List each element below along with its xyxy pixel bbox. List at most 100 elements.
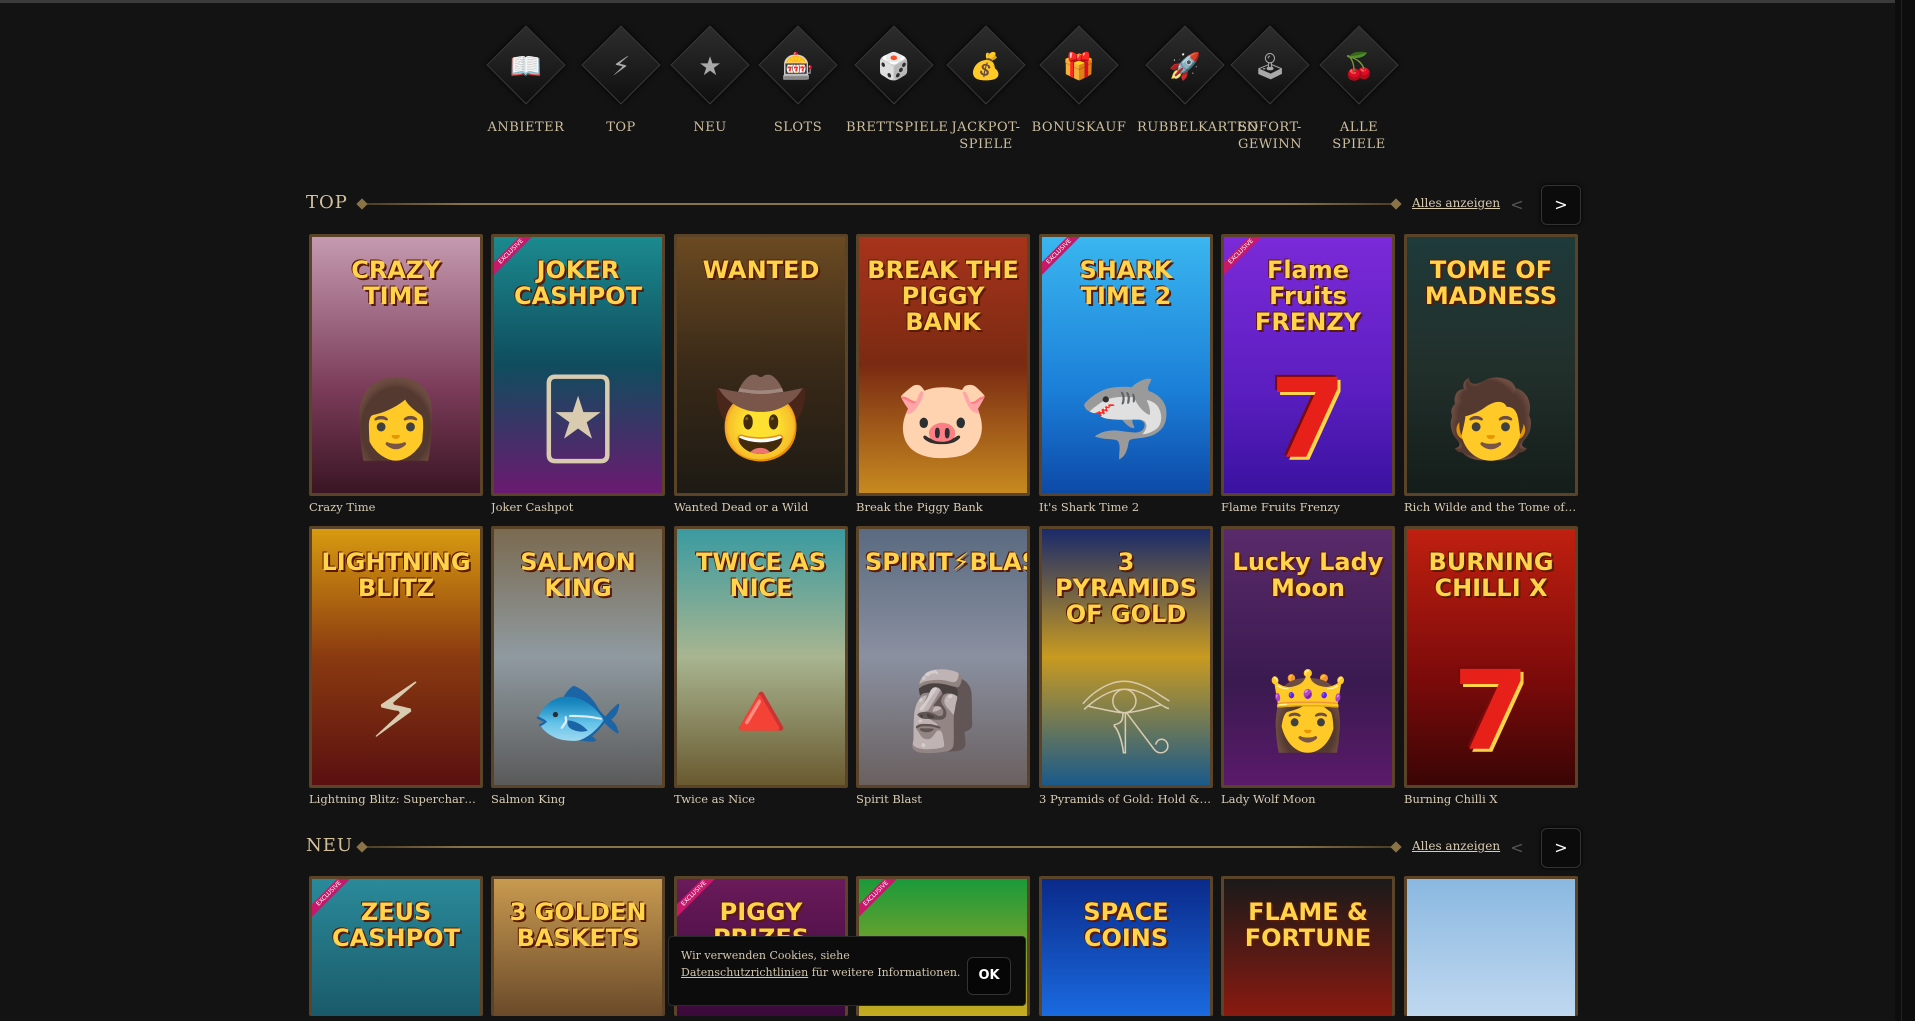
game-tile[interactable]: Lucky Lady Moon 👸 Lady Wolf Moon [1221,526,1395,806]
privacy-policy-link[interactable]: Datenschutzrichtlinien [681,966,808,979]
jackpot-icon: 💰 [969,52,1003,82]
game-tile[interactable]: JOKER CASHPOT 🃏 EXCLUSIVE Joker Cashpot [491,234,665,514]
game-tile[interactable]: Flame Fruits FRENZY 7 EXCLUSIVE Flame Fruit… [1221,234,1395,514]
game-thumbnail[interactable]: TOME OF MADNESS 🧑 [1404,234,1578,496]
game-tile[interactable]: CRAZY TIME 👩 Crazy Time [309,234,483,514]
game-tile[interactable]: BURNING CHILLI X 7 Burning Chilli X [1404,526,1578,806]
category-top[interactable]: ⚡ Top [573,25,669,136]
game-tile[interactable]: SHARK TIME 2 🦈 EXCLUSIVE It's Shark Time 2 [1039,234,1213,514]
game-tile[interactable]: LIGHTNING BLITZ ⚡ Lightning Blitz: Superch… [309,526,483,806]
category-alle-spiele[interactable]: 🍒 Alle spiele [1311,25,1407,153]
board-game-icon: 🎲 [877,52,911,82]
carousel-prev-top-button[interactable]: < [1498,186,1536,224]
game-tile[interactable]: SPACE COINS [1039,876,1213,1016]
game-thumbnail[interactable]: JOKER CASHPOT 🃏 EXCLUSIVE [491,234,665,496]
game-thumbnail[interactable]: SPACE COINS [1039,876,1213,1016]
game-character: 🗿 [895,666,991,755]
game-tile[interactable]: FLAME & FORTUNE [1221,876,1395,1016]
section-title-top: Top [306,192,348,213]
category-brettspiele[interactable]: 🎲 Brettspiele [846,25,948,136]
section-divider-top [362,203,1396,205]
game-thumbnail[interactable]: SPIRIT⚡BLAST 🗿 [856,526,1030,788]
category-sofort-gewinn[interactable]: 🕹 Sofort-gewinn [1222,25,1318,153]
game-title[interactable]: Crazy Time [309,500,483,514]
section-divider-neu [362,846,1396,848]
game-title[interactable]: Wanted Dead or a Wild [674,500,848,514]
game-thumbnail[interactable]: WANTED 🤠 [674,234,848,496]
game-tile[interactable]: WANTED 🤠 Wanted Dead or a Wild [674,234,848,514]
game-thumbnail[interactable]: LIGHTNING BLITZ ⚡ [309,526,483,788]
category-label: Sofort-gewinn [1237,120,1303,152]
game-character: ⚡ [369,666,423,755]
game-title[interactable]: Salmon King [491,792,665,806]
game-thumbnail[interactable]: SALMON KING 🐟 [491,526,665,788]
category-rubbelkarten[interactable]: 🚀 Rubbelkarten [1137,25,1259,136]
game-title[interactable]: Lady Wolf Moon [1221,792,1395,806]
game-title[interactable]: 3 Pyramids of Gold: Hold & Win [1039,792,1213,806]
game-character: 7 [1269,355,1347,483]
game-logo: BURNING CHILLI X [1428,548,1554,602]
game-logo: Flame Fruits FRENZY [1254,256,1362,336]
see-all-neu-link[interactable]: Alles anzeigen [1412,839,1500,853]
cookie-ok-button[interactable]: OK [967,957,1011,995]
game-logo: CRAZY TIME [351,256,441,310]
book-icon: 📖 [509,52,543,82]
game-tile[interactable]: SPIRIT⚡BLAST 🗿 Spirit Blast [856,526,1030,806]
game-logo: SPIRIT⚡BLAST [865,548,1027,576]
game-title[interactable]: Lightning Blitz: Supercharged [309,792,483,806]
game-title[interactable]: Twice as Nice [674,792,848,806]
game-title[interactable]: Spirit Blast [856,792,1030,806]
category-bonuskauf[interactable]: 🎁 Bonuskauf [1031,25,1127,136]
game-character: 👩 [348,374,444,463]
rocket-icon: 🚀 [1168,52,1202,82]
game-character: 🧑 [1443,374,1539,463]
game-character: 🐟 [530,666,626,755]
game-thumbnail[interactable]: CRAZY TIME 👩 [309,234,483,496]
category-label: Rubbelkarten [1137,120,1259,135]
game-thumbnail[interactable]: BURNING CHILLI X 7 [1404,526,1578,788]
game-character: 🐷 [895,374,991,463]
game-title[interactable]: Joker Cashpot [491,500,665,514]
game-thumbnail[interactable]: Lucky Lady Moon 👸 [1221,526,1395,788]
category-jackpot-spiele[interactable]: 💰 Jackpot-spiele [938,25,1034,153]
category-label: Top [606,120,636,135]
game-title[interactable]: It's Shark Time 2 [1039,500,1213,514]
category-slots[interactable]: 🎰 Slots [750,25,846,136]
game-thumbnail[interactable]: TWICE AS NICE 🔺 [674,526,848,788]
cookie-text: Wir verwenden Cookies, siehe [681,949,850,962]
category-label: Alle spiele [1332,120,1386,152]
game-logo: FLAME & FORTUNE [1244,898,1372,952]
carousel-next-neu-button[interactable]: > [1541,828,1581,868]
game-thumbnail[interactable]: FLAME & FORTUNE [1221,876,1395,1016]
game-tile[interactable] [1404,876,1578,1016]
scrollbar[interactable] [1895,0,1915,1021]
game-tile[interactable]: 3 PYRAMIDS OF GOLD 𓂀 3 Pyramids of Gold: H… [1039,526,1213,806]
game-tile[interactable]: SALMON KING 🐟 Salmon King [491,526,665,806]
game-thumbnail[interactable]: SHARK TIME 2 🦈 EXCLUSIVE [1039,234,1213,496]
see-all-top-link[interactable]: Alles anzeigen [1412,196,1500,210]
game-tile[interactable]: TOME OF MADNESS 🧑 Rich Wilde and the Tome … [1404,234,1578,514]
game-title[interactable]: Flame Fruits Frenzy [1221,500,1395,514]
category-anbieter[interactable]: 📖 Anbieter [478,25,574,136]
carousel-prev-neu-button[interactable]: < [1498,829,1536,867]
game-logo: JOKER CASHPOT [514,256,642,310]
game-title[interactable]: Rich Wilde and the Tome of Madness [1404,500,1578,514]
game-character: 🔺 [713,666,809,755]
game-thumbnail[interactable] [1404,876,1578,1016]
game-thumbnail[interactable]: 3 GOLDEN BASKETS [491,876,665,1016]
game-tile[interactable]: 3 GOLDEN BASKETS [491,876,665,1016]
carousel-next-top-button[interactable]: > [1541,185,1581,225]
category-label: Slots [773,120,823,135]
slot-machine-icon: 🎰 [781,52,815,82]
game-logo: Lucky Lady Moon [1232,548,1384,602]
game-title[interactable]: Break the Piggy Bank [856,500,1030,514]
game-thumbnail[interactable]: 3 PYRAMIDS OF GOLD 𓂀 [1039,526,1213,788]
game-tile[interactable]: TWICE AS NICE 🔺 Twice as Nice [674,526,848,806]
game-tile[interactable]: ZEUS CASHPOT EXCLUSIVE [309,876,483,1016]
game-thumbnail[interactable]: ZEUS CASHPOT EXCLUSIVE [309,876,483,1016]
category-neu[interactable]: ★ Neu [662,25,758,136]
game-title[interactable]: Burning Chilli X [1404,792,1578,806]
game-thumbnail[interactable]: BREAK THE PIGGY BANK 🐷 [856,234,1030,496]
game-thumbnail[interactable]: Flame Fruits FRENZY 7 EXCLUSIVE [1221,234,1395,496]
game-tile[interactable]: BREAK THE PIGGY BANK 🐷 Break the Piggy Ban… [856,234,1030,514]
